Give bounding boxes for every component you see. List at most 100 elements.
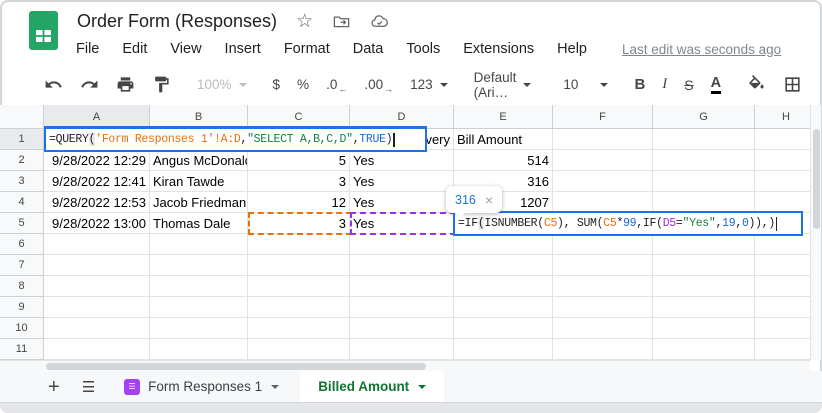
cell-h2[interactable] xyxy=(755,150,818,171)
undo-button[interactable] xyxy=(44,75,63,94)
decrease-decimal-button[interactable]: .0 ← xyxy=(326,76,347,94)
cell[interactable] xyxy=(350,255,454,276)
print-button[interactable] xyxy=(116,75,135,94)
horizontal-scrollbar-thumb[interactable] xyxy=(46,363,426,370)
cell[interactable] xyxy=(553,255,653,276)
cell[interactable] xyxy=(653,234,755,255)
cell[interactable] xyxy=(755,339,818,360)
column-header-g[interactable]: G xyxy=(653,105,755,129)
cell[interactable] xyxy=(44,318,150,339)
move-to-folder-icon[interactable] xyxy=(332,12,351,31)
star-icon[interactable]: ☆ xyxy=(296,12,313,31)
increase-decimal-button[interactable]: .00 → xyxy=(364,76,393,94)
menu-help[interactable]: Help xyxy=(557,41,587,57)
font-size-select[interactable]: 10 xyxy=(563,77,609,92)
cell-f3[interactable] xyxy=(553,171,653,192)
cell-b4[interactable]: Jacob Friedman xyxy=(150,192,248,213)
cell[interactable] xyxy=(755,297,818,318)
row-header-1[interactable]: 1 xyxy=(0,129,44,150)
menu-insert[interactable]: Insert xyxy=(225,41,261,57)
cell[interactable] xyxy=(350,339,454,360)
cell[interactable] xyxy=(755,318,818,339)
cell[interactable] xyxy=(350,318,454,339)
cell-a5[interactable]: 9/28/2022 13:00 xyxy=(44,213,150,234)
cell[interactable] xyxy=(248,297,350,318)
cell-a1-formula-editor[interactable]: =QUERY('Form Responses 1'!A:D, "SELECT A,… xyxy=(44,127,427,152)
last-edit-link[interactable]: Last edit was seconds ago xyxy=(622,42,781,57)
cell[interactable] xyxy=(653,276,755,297)
cell[interactable] xyxy=(248,276,350,297)
italic-button[interactable]: I xyxy=(662,76,667,93)
cell[interactable] xyxy=(150,318,248,339)
vertical-scrollbar[interactable] xyxy=(810,105,821,360)
cell[interactable] xyxy=(553,297,653,318)
cell-f1[interactable] xyxy=(553,129,653,150)
fill-color-button[interactable] xyxy=(747,75,766,94)
row-header-4[interactable]: 4 xyxy=(0,192,44,213)
currency-format-button[interactable]: $ xyxy=(273,77,281,92)
cell[interactable] xyxy=(248,318,350,339)
cell[interactable] xyxy=(248,339,350,360)
cell-a2[interactable]: 9/28/2022 12:29 xyxy=(44,150,150,171)
cell-c3[interactable]: 3 xyxy=(248,171,350,192)
cell[interactable] xyxy=(553,234,653,255)
menu-file[interactable]: File xyxy=(76,41,99,57)
cell-e1[interactable]: Bill Amount xyxy=(454,129,553,150)
zoom-select[interactable]: 100% xyxy=(197,77,247,92)
bold-button[interactable]: B xyxy=(634,76,645,93)
row-header-9[interactable]: 9 xyxy=(0,297,44,318)
cell-b2[interactable]: Angus McDonald xyxy=(150,150,248,171)
text-color-button[interactable]: A xyxy=(710,75,722,94)
menu-data[interactable]: Data xyxy=(353,41,384,57)
close-icon[interactable]: × xyxy=(485,192,493,208)
all-sheets-menu-button[interactable]: ☰ xyxy=(82,378,95,396)
row-header-11[interactable]: 11 xyxy=(0,339,44,360)
chevron-down-icon[interactable] xyxy=(271,384,280,389)
cell-b5[interactable]: Thomas Dale xyxy=(150,213,248,234)
cell[interactable] xyxy=(553,339,653,360)
menu-tools[interactable]: Tools xyxy=(406,41,440,57)
cell[interactable] xyxy=(350,276,454,297)
cell[interactable] xyxy=(653,318,755,339)
cell[interactable] xyxy=(44,339,150,360)
cell-e2[interactable]: 514 xyxy=(454,150,553,171)
cell-f2[interactable] xyxy=(553,150,653,171)
cell[interactable] xyxy=(454,318,553,339)
cell[interactable] xyxy=(653,297,755,318)
cell-b3[interactable]: Kiran Tawde xyxy=(150,171,248,192)
menu-extensions[interactable]: Extensions xyxy=(463,41,534,57)
cell-g4[interactable] xyxy=(653,192,755,213)
row-header-6[interactable]: 6 xyxy=(0,234,44,255)
cell[interactable] xyxy=(248,234,350,255)
cell-d4[interactable]: Yes xyxy=(350,192,454,213)
cell-f4[interactable] xyxy=(553,192,653,213)
menu-view[interactable]: View xyxy=(170,41,201,57)
cell-g3[interactable] xyxy=(653,171,755,192)
cell-d3[interactable]: Yes xyxy=(350,171,454,192)
cell[interactable] xyxy=(755,255,818,276)
cell[interactable] xyxy=(150,339,248,360)
cell-h1[interactable] xyxy=(755,129,818,150)
cell[interactable] xyxy=(653,339,755,360)
vertical-scrollbar-thumb[interactable] xyxy=(812,129,820,229)
cell[interactable] xyxy=(553,276,653,297)
cell-g2[interactable] xyxy=(653,150,755,171)
cell[interactable] xyxy=(454,339,553,360)
cell[interactable] xyxy=(150,234,248,255)
redo-button[interactable] xyxy=(80,75,99,94)
more-formats-button[interactable]: 123 xyxy=(410,77,448,92)
tab-form-responses-1[interactable]: ☰ Form Responses 1 xyxy=(109,371,294,402)
column-header-f[interactable]: F xyxy=(553,105,653,129)
cell-h3[interactable] xyxy=(755,171,818,192)
borders-button[interactable] xyxy=(783,75,802,94)
cell[interactable] xyxy=(44,234,150,255)
cell-c4[interactable]: 12 xyxy=(248,192,350,213)
row-header-8[interactable]: 8 xyxy=(0,276,44,297)
cell[interactable] xyxy=(454,234,553,255)
cell-g1[interactable] xyxy=(653,129,755,150)
row-header-10[interactable]: 10 xyxy=(0,318,44,339)
row-header-3[interactable]: 3 xyxy=(0,171,44,192)
row-header-7[interactable]: 7 xyxy=(0,255,44,276)
column-header-e[interactable]: E xyxy=(454,105,553,129)
cell[interactable] xyxy=(150,297,248,318)
